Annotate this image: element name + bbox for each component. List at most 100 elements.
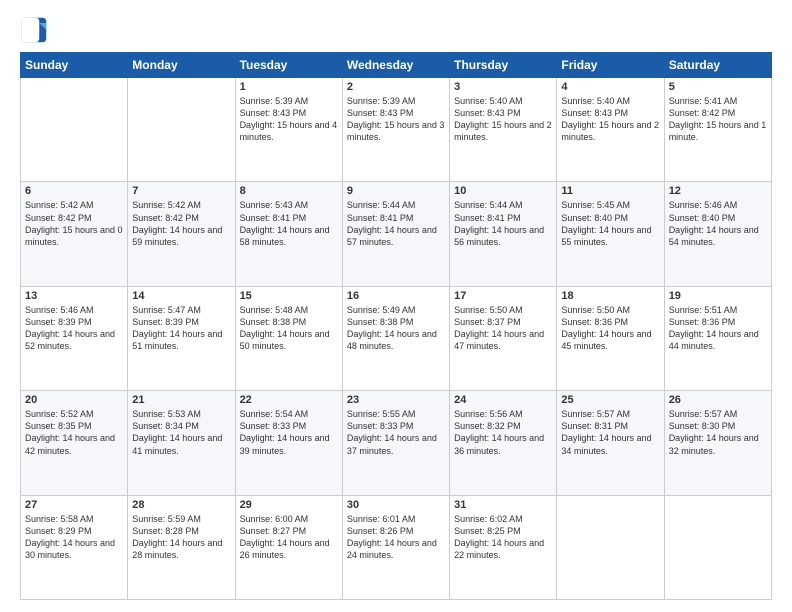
calendar-week-5: 27Sunrise: 5:58 AMSunset: 8:29 PMDayligh… <box>21 495 772 599</box>
calendar-cell: 27Sunrise: 5:58 AMSunset: 8:29 PMDayligh… <box>21 495 128 599</box>
day-header-friday: Friday <box>557 53 664 78</box>
day-info: Sunrise: 5:40 AMSunset: 8:43 PMDaylight:… <box>454 95 552 144</box>
day-number: 30 <box>347 499 445 511</box>
calendar-cell: 17 Sunrise: 5:50 AMSunset: 8:37 PMDayligh… <box>450 286 557 390</box>
calendar-cell: 6Sunrise: 5:42 AMSunset: 8:42 PMDaylight… <box>21 182 128 286</box>
calendar-week-1: 1 Sunrise: 5:39 AMSunset: 8:43 PMDaylight… <box>21 78 772 182</box>
calendar-week-2: 6 Sunrise: 5:42 AMSunset: 8:42 PMDaylight… <box>21 182 772 286</box>
calendar-cell: 23 Sunrise: 5:55 AMSunset: 8:33 PMDayligh… <box>342 391 449 495</box>
calendar-header-row: SundayMondayTuesdayWednesdayThursdayFrid… <box>21 53 772 78</box>
day-number: 17 <box>454 290 552 302</box>
day-number: 19 <box>669 290 767 302</box>
day-number: 31 <box>454 499 552 511</box>
day-info: Sunrise: 5:44 AMSunset: 8:41 PMDaylight:… <box>347 199 445 248</box>
day-info: Sunrise: 5:59 AMSunset: 8:28 PMDaylight:… <box>132 513 230 562</box>
day-info: Sunrise: 5:53 AMSunset: 8:34 PMDaylight:… <box>132 408 230 457</box>
calendar-cell: 1Sunrise: 5:39 AMSunset: 8:43 PMDaylight… <box>235 78 342 182</box>
calendar-week-3: 13 Sunrise: 5:46 AMSunset: 8:39 PMDayligh… <box>21 286 772 390</box>
day-number: 5 <box>669 81 767 93</box>
calendar-cell: 8 Sunrise: 5:43 AMSunset: 8:41 PMDaylight… <box>235 182 342 286</box>
day-info: Sunrise: 6:01 AMSunset: 8:26 PMDaylight:… <box>347 513 445 562</box>
calendar-cell: 14 Sunrise: 5:47 AMSunset: 8:39 PMDayligh… <box>128 286 235 390</box>
day-number: 8 <box>240 185 338 197</box>
day-number: 9 <box>347 185 445 197</box>
day-number: 22 <box>240 394 338 406</box>
day-number: 16 <box>347 290 445 302</box>
day-number: 26 <box>669 394 767 406</box>
day-info: Sunrise: 6:02 AMSunset: 8:25 PMDaylight:… <box>454 513 552 562</box>
day-info: Sunrise: 5:46 AMSunset: 8:40 PMDaylight:… <box>669 199 767 248</box>
calendar-cell: 12 Sunrise: 5:46 AMSunset: 8:40 PMDayligh… <box>664 182 771 286</box>
day-number: 7 <box>132 185 230 197</box>
day-number: 2 <box>347 81 445 93</box>
day-header-thursday: Thursday <box>450 53 557 78</box>
calendar-cell: 31 Sunrise: 6:02 AMSunset: 8:25 PMDayligh… <box>450 495 557 599</box>
day-number: 1 <box>240 81 338 93</box>
calendar-cell: 26 Sunrise: 5:57 AMSunset: 8:30 PMDayligh… <box>664 391 771 495</box>
calendar-table: SundayMondayTuesdayWednesdayThursdayFrid… <box>20 52 772 600</box>
calendar-cell: 22 Sunrise: 5:54 AMSunset: 8:33 PMDayligh… <box>235 391 342 495</box>
calendar-cell: 2 Sunrise: 5:39 AMSunset: 8:43 PMDaylight… <box>342 78 449 182</box>
day-info: Sunrise: 5:55 AMSunset: 8:33 PMDaylight:… <box>347 408 445 457</box>
calendar-cell: 9 Sunrise: 5:44 AMSunset: 8:41 PMDaylight… <box>342 182 449 286</box>
calendar-cell: 16Sunrise: 5:49 AMSunset: 8:38 PMDayligh… <box>342 286 449 390</box>
day-info: Sunrise: 5:45 AMSunset: 8:40 PMDaylight:… <box>561 199 659 248</box>
day-header-wednesday: Wednesday <box>342 53 449 78</box>
day-header-saturday: Saturday <box>664 53 771 78</box>
day-number: 28 <box>132 499 230 511</box>
day-number: 6 <box>25 185 123 197</box>
day-info: Sunrise: 5:57 AMSunset: 8:31 PMDaylight:… <box>561 408 659 457</box>
day-number: 25 <box>561 394 659 406</box>
calendar-cell: 24Sunrise: 5:56 AMSunset: 8:32 PMDayligh… <box>450 391 557 495</box>
calendar-cell: 18 Sunrise: 5:50 AMSunset: 8:36 PMDayligh… <box>557 286 664 390</box>
day-number: 27 <box>25 499 123 511</box>
header <box>20 16 772 44</box>
day-info: Sunrise: 5:44 AMSunset: 8:41 PMDaylight:… <box>454 199 552 248</box>
day-info: Sunrise: 5:47 AMSunset: 8:39 PMDaylight:… <box>132 304 230 353</box>
day-info: Sunrise: 5:50 AMSunset: 8:37 PMDaylight:… <box>454 304 552 353</box>
day-number: 18 <box>561 290 659 302</box>
calendar-cell: 11 Sunrise: 5:45 AMSunset: 8:40 PMDayligh… <box>557 182 664 286</box>
calendar-cell: 20Sunrise: 5:52 AMSunset: 8:35 PMDayligh… <box>21 391 128 495</box>
day-info: Sunrise: 5:54 AMSunset: 8:33 PMDaylight:… <box>240 408 338 457</box>
day-number: 14 <box>132 290 230 302</box>
calendar-cell: 13 Sunrise: 5:46 AMSunset: 8:39 PMDayligh… <box>21 286 128 390</box>
day-number: 12 <box>669 185 767 197</box>
calendar-cell: 15 Sunrise: 5:48 AMSunset: 8:38 PMDayligh… <box>235 286 342 390</box>
calendar-cell: 5 Sunrise: 5:41 AMSunset: 8:42 PMDaylight… <box>664 78 771 182</box>
day-info: Sunrise: 5:43 AMSunset: 8:41 PMDaylight:… <box>240 199 338 248</box>
calendar-cell: 4Sunrise: 5:40 AMSunset: 8:43 PMDaylight… <box>557 78 664 182</box>
calendar-cell: 10 Sunrise: 5:44 AMSunset: 8:41 PMDayligh… <box>450 182 557 286</box>
logo-icon <box>20 16 48 44</box>
calendar-cell <box>557 495 664 599</box>
day-header-tuesday: Tuesday <box>235 53 342 78</box>
calendar-cell: 25 Sunrise: 5:57 AMSunset: 8:31 PMDayligh… <box>557 391 664 495</box>
day-number: 10 <box>454 185 552 197</box>
day-info: Sunrise: 5:41 AMSunset: 8:42 PMDaylight:… <box>669 95 767 144</box>
day-number: 11 <box>561 185 659 197</box>
calendar-cell: 29 Sunrise: 6:00 AMSunset: 8:27 PMDayligh… <box>235 495 342 599</box>
day-info: Sunrise: 5:46 AMSunset: 8:39 PMDaylight:… <box>25 304 123 353</box>
day-number: 13 <box>25 290 123 302</box>
day-info: Sunrise: 5:50 AMSunset: 8:36 PMDaylight:… <box>561 304 659 353</box>
logo <box>20 16 52 44</box>
calendar-cell: 21Sunrise: 5:53 AMSunset: 8:34 PMDayligh… <box>128 391 235 495</box>
day-header-monday: Monday <box>128 53 235 78</box>
day-info: Sunrise: 6:00 AMSunset: 8:27 PMDaylight:… <box>240 513 338 562</box>
day-info: Sunrise: 5:40 AMSunset: 8:43 PMDaylight:… <box>561 95 659 144</box>
calendar-week-4: 20Sunrise: 5:52 AMSunset: 8:35 PMDayligh… <box>21 391 772 495</box>
day-info: Sunrise: 5:57 AMSunset: 8:30 PMDaylight:… <box>669 408 767 457</box>
day-info: Sunrise: 5:56 AMSunset: 8:32 PMDaylight:… <box>454 408 552 457</box>
day-info: Sunrise: 5:42 AMSunset: 8:42 PMDaylight:… <box>132 199 230 248</box>
day-number: 15 <box>240 290 338 302</box>
page: SundayMondayTuesdayWednesdayThursdayFrid… <box>0 0 792 612</box>
calendar-cell <box>21 78 128 182</box>
day-number: 29 <box>240 499 338 511</box>
calendar-cell: 30 Sunrise: 6:01 AMSunset: 8:26 PMDayligh… <box>342 495 449 599</box>
day-info: Sunrise: 5:52 AMSunset: 8:35 PMDaylight:… <box>25 408 123 457</box>
day-info: Sunrise: 5:39 AMSunset: 8:43 PMDaylight:… <box>347 95 445 144</box>
calendar-cell: 7 Sunrise: 5:42 AMSunset: 8:42 PMDaylight… <box>128 182 235 286</box>
day-info: Sunrise: 5:48 AMSunset: 8:38 PMDaylight:… <box>240 304 338 353</box>
day-number: 23 <box>347 394 445 406</box>
calendar-cell: 3Sunrise: 5:40 AMSunset: 8:43 PMDaylight… <box>450 78 557 182</box>
